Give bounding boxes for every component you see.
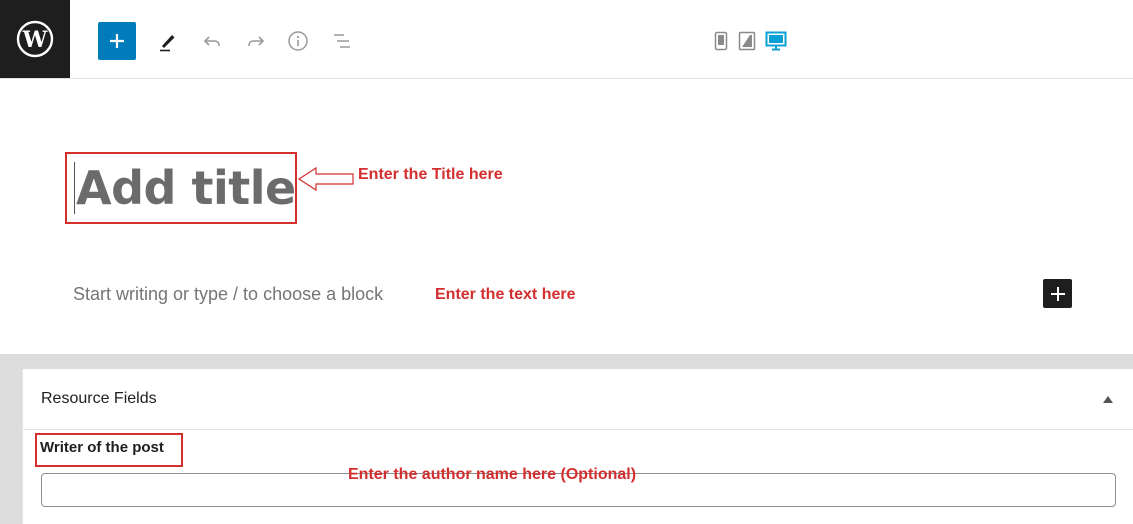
author-annotation: Enter the author name here (Optional) [348,466,637,483]
add-block-button[interactable] [98,22,136,60]
triangle-up-icon[interactable] [1101,393,1115,405]
undo-icon [203,36,220,46]
preview-mobile-button[interactable] [710,28,732,54]
wordpress-icon: W [16,20,54,58]
plus-icon [110,34,124,48]
post-title-input[interactable]: Add title [76,160,296,216]
text-annotation: Enter the text here [435,286,576,303]
pencil-icon [160,35,175,52]
tablet-icon [738,31,756,51]
details-button[interactable] [280,22,316,60]
inline-add-block-button[interactable] [1043,279,1072,308]
text-cursor [74,162,75,214]
tools-button[interactable] [150,22,186,60]
redo-icon [248,36,265,46]
meta-boxes-area: Resource Fields Writer of the post [0,354,1133,524]
plus-icon [1050,286,1065,301]
preview-tablet-button[interactable] [736,28,758,54]
mobile-icon [714,31,728,51]
writer-field-label: Writer of the post [40,439,164,456]
panel-title: Resource Fields [41,390,157,407]
wordpress-logo-button[interactable]: W [0,0,70,78]
list-view-icon [334,34,350,48]
redo-button[interactable] [238,22,274,60]
list-view-button[interactable] [324,22,360,60]
desktop-icon [765,31,787,51]
title-annotation: Enter the Title here [358,166,503,183]
svg-text:W: W [22,27,48,53]
panel-header[interactable]: Resource Fields [23,369,1133,430]
editor-toolbar: W [0,0,1133,79]
resource-fields-panel: Resource Fields Writer of the post [22,369,1133,524]
left-arrow-icon [298,166,354,192]
preview-desktop-button[interactable] [765,28,787,54]
block-placeholder[interactable]: Start writing or type / to choose a bloc… [73,284,383,305]
info-icon [288,31,308,51]
undo-button[interactable] [194,22,230,60]
